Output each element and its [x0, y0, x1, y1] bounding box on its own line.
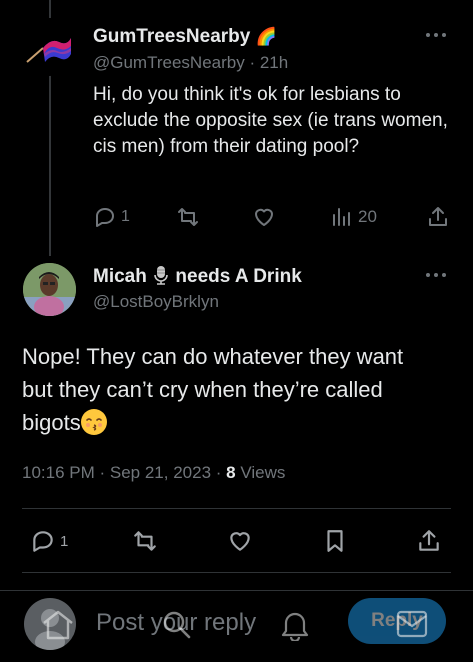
divider-top	[22, 508, 451, 509]
analytics-icon	[330, 205, 354, 229]
thread-line	[49, 72, 51, 256]
avatar-lostboybrklyn[interactable]	[23, 263, 76, 316]
author-handle[interactable]: @GumTreesNearby	[93, 53, 245, 72]
avatar-gumtreesnearby[interactable]	[23, 24, 75, 76]
bookmark-icon	[322, 528, 348, 554]
views-count: 8	[226, 463, 236, 482]
rainbow-emoji: 🌈	[255, 27, 277, 46]
search-icon[interactable]	[160, 608, 192, 640]
heart-icon	[252, 205, 276, 229]
messages-icon[interactable]	[396, 610, 428, 638]
person-photo	[23, 263, 76, 316]
author-name[interactable]: GumTreesNearby 🌈	[93, 26, 277, 48]
divider-bottom	[22, 572, 451, 573]
author-name[interactable]: Micah needs A Drink	[93, 265, 302, 288]
notifications-bell-icon[interactable]	[280, 609, 310, 641]
views-label: Views	[240, 463, 286, 482]
tweet-metadata: 10:16 PM · Sep 21, 2023 · 8 Views	[22, 463, 285, 483]
flag-icon	[26, 38, 71, 63]
views-action[interactable]: 20	[330, 205, 377, 229]
repost-action[interactable]	[176, 205, 200, 229]
heart-icon	[227, 528, 253, 554]
repost-icon	[176, 205, 200, 229]
repost-icon	[132, 528, 158, 554]
share-icon	[416, 528, 442, 554]
author-handle-and-time[interactable]: @GumTreesNearby · 21h	[93, 53, 288, 73]
more-options-icon[interactable]	[425, 28, 447, 42]
like-action[interactable]	[252, 205, 276, 229]
more-options-icon[interactable]	[425, 268, 447, 282]
tweet-timestamp[interactable]: 10:16 PM · Sep 21, 2023 ·	[22, 463, 221, 482]
author-handle[interactable]: @LostBoyBrklyn	[93, 292, 219, 312]
view-count: 20	[358, 207, 377, 226]
thread-line-top	[49, 0, 51, 18]
bookmark-action[interactable]	[322, 528, 348, 554]
repost-action[interactable]	[132, 528, 158, 554]
like-action[interactable]	[227, 528, 253, 554]
share-action[interactable]	[416, 528, 442, 554]
share-icon	[426, 205, 450, 229]
tweet-text: Nope! They can do whatever they want but…	[22, 344, 404, 435]
reply-action[interactable]: 1	[93, 205, 130, 229]
microphone-icon	[152, 265, 170, 285]
reply-icon	[93, 205, 117, 229]
tweet-text: Hi, do you think it's ok for lesbians to…	[93, 84, 448, 157]
reply-count: 1	[121, 208, 130, 225]
kissing-face-emoji	[80, 409, 107, 435]
reply-icon	[30, 528, 56, 554]
reply-action[interactable]: 1	[30, 528, 68, 554]
share-action[interactable]	[426, 205, 450, 229]
home-icon[interactable]	[41, 609, 75, 641]
reply-count: 1	[60, 532, 69, 550]
timestamp[interactable]: · 21h	[249, 53, 288, 72]
